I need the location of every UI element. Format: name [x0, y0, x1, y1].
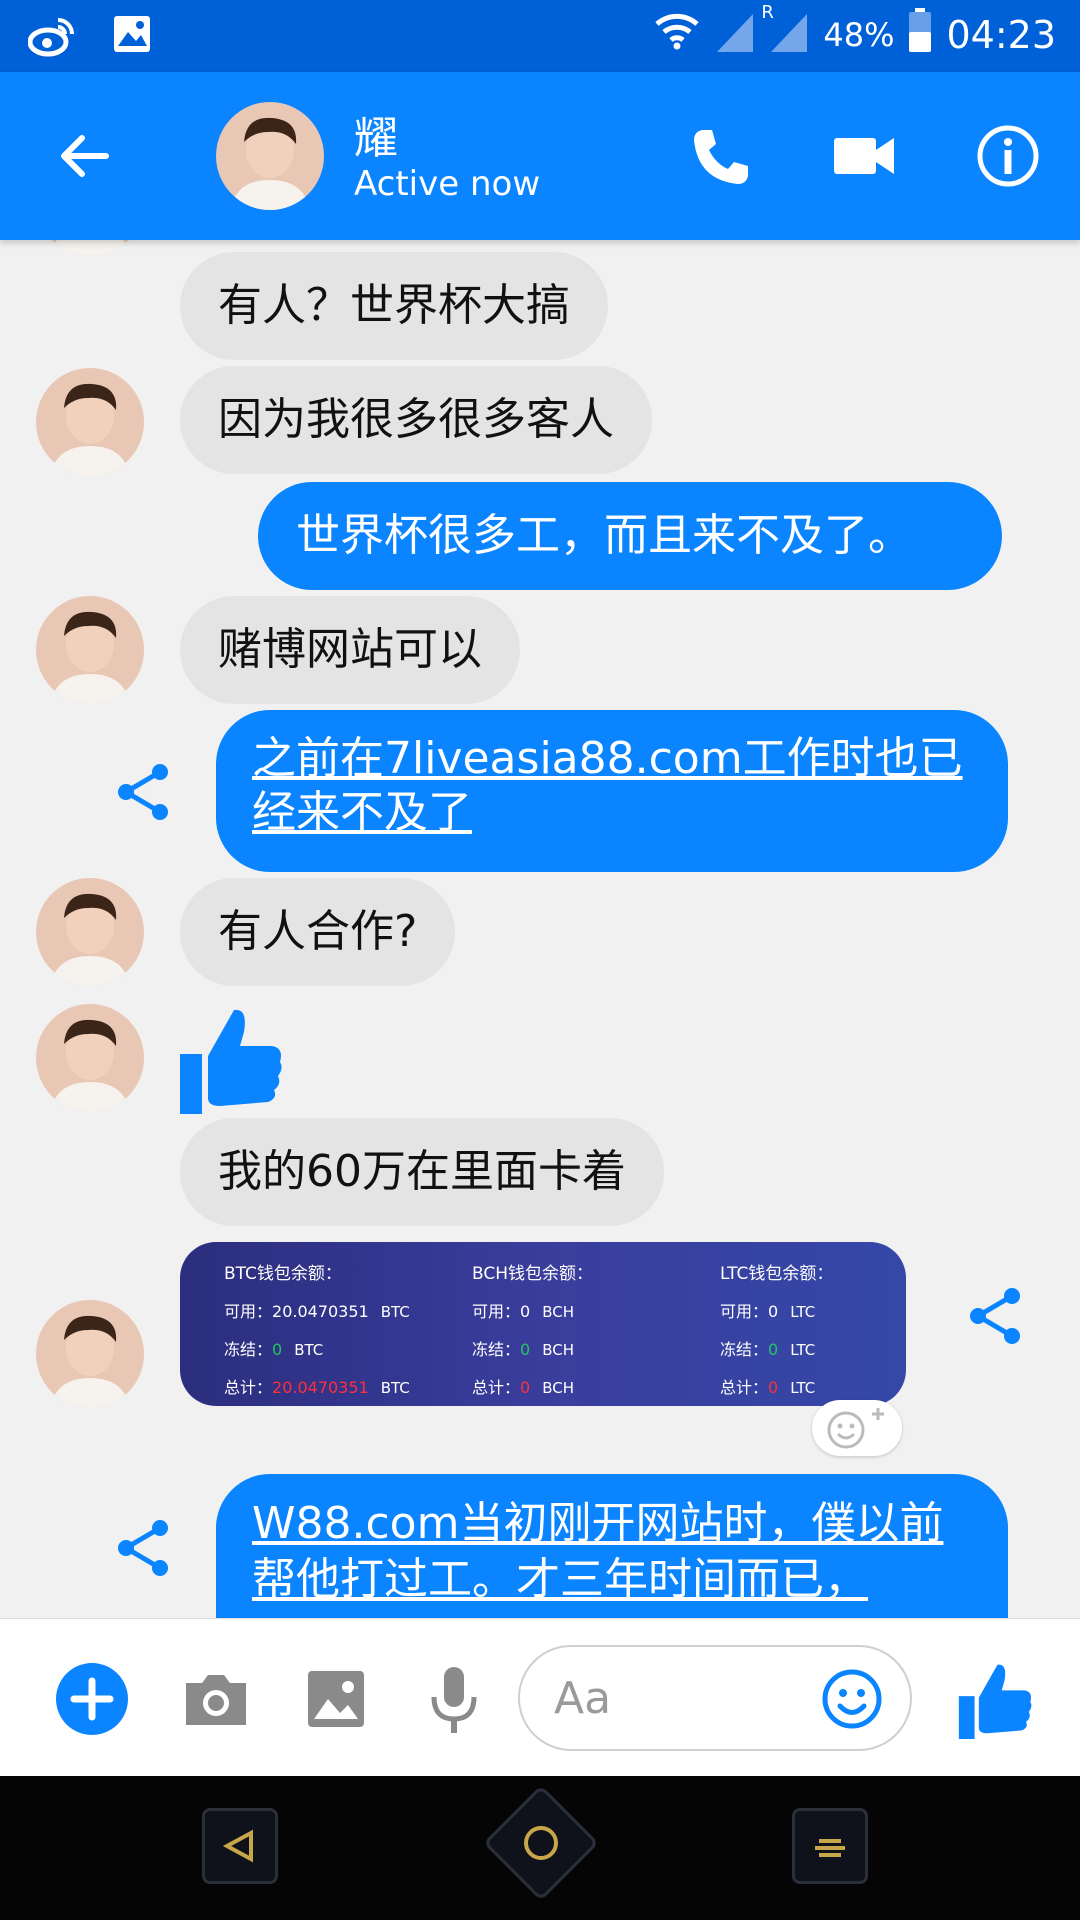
contact-name: 耀	[354, 113, 398, 164]
battery-icon	[908, 8, 932, 61]
avatar[interactable]	[36, 1300, 144, 1408]
nav-back-button[interactable]	[202, 1808, 278, 1884]
incoming-message[interactable]: 赌博网站可以	[180, 596, 520, 704]
send-like-button[interactable]	[956, 1659, 1036, 1739]
camera-button[interactable]	[176, 1659, 256, 1739]
wallet-screenshot-image[interactable]: BTC钱包余额： 可用：20.0470351 BTC 冻结：0 BTC 总计：20.…	[180, 1242, 906, 1406]
clock: 04:23	[946, 12, 1056, 57]
battery-percentage: 48%	[823, 15, 895, 54]
image-icon	[308, 1671, 364, 1727]
avatar	[36, 240, 144, 256]
message-composer: Aa	[0, 1618, 1080, 1776]
bch-balance-column: BCH钱包余额： 可用：0 BCH 冻结：0 BCH 总计：0 BCH	[472, 1264, 594, 1397]
outgoing-message-link[interactable]: W88.com当初刚开网站时，僕以前帮他打过工。才三年时间而已，	[216, 1474, 1008, 1618]
incoming-message[interactable]: 因为我很多很多客人	[180, 366, 652, 474]
nav-back-icon	[222, 1829, 253, 1863]
btc-balance-column: BTC钱包余额： 可用：20.0470351 BTC 冻结：0 BTC 总计：20.…	[224, 1264, 410, 1397]
wifi-icon	[653, 10, 701, 59]
contact-status: Active now	[354, 164, 541, 204]
weibo-icon	[27, 14, 76, 62]
more-actions-button[interactable]	[52, 1659, 132, 1739]
camera-icon	[186, 1675, 246, 1725]
info-icon	[977, 125, 1039, 187]
signal-icon: R	[761, 2, 809, 61]
share-icon	[118, 764, 168, 820]
avatar[interactable]	[36, 878, 144, 986]
info-button[interactable]	[972, 120, 1044, 192]
conversation-header: 耀 Active now	[0, 72, 1080, 240]
signal-icon	[715, 8, 755, 61]
phone-call-button[interactable]	[684, 120, 756, 192]
ltc-balance-column: LTC钱包余额： 可用：0 LTC 冻结：0 LTC 总计：0 LTC	[720, 1264, 834, 1397]
avatar[interactable]	[36, 1004, 144, 1112]
emoji-icon	[822, 1669, 882, 1729]
nav-home-icon	[521, 1823, 561, 1863]
share-icon	[970, 1288, 1020, 1344]
thumbs-up-icon	[958, 1664, 1032, 1739]
thumbs-up-message[interactable]	[180, 1002, 284, 1114]
phone-icon	[694, 130, 748, 184]
share-button[interactable]	[112, 1516, 176, 1580]
incoming-message[interactable]: 有人？世界杯大搞	[180, 252, 608, 360]
video-call-button[interactable]	[828, 120, 900, 192]
video-icon	[834, 138, 894, 174]
back-button[interactable]	[52, 124, 116, 188]
message-input-placeholder: Aa	[554, 1673, 612, 1724]
outgoing-message[interactable]: 世界杯很多工，而且来不及了。	[258, 482, 1002, 590]
plus-icon	[56, 1663, 128, 1735]
avatar[interactable]	[36, 596, 144, 704]
message-input[interactable]: Aa	[518, 1645, 912, 1751]
gallery-button[interactable]	[296, 1659, 376, 1739]
message-list[interactable]: 有人？世界杯大搞 因为我很多很多客人 世界杯很多工，而且来不及了。 赌博网站可以…	[0, 240, 1080, 1618]
share-button[interactable]	[112, 760, 176, 824]
gallery-icon	[112, 14, 152, 62]
contact-avatar[interactable]	[216, 102, 324, 210]
share-button[interactable]	[964, 1284, 1028, 1348]
incoming-message[interactable]: 有人合作?	[180, 878, 456, 986]
back-arrow-icon	[61, 135, 109, 177]
nav-recents-icon	[815, 1839, 845, 1857]
add-reaction-icon	[827, 1408, 884, 1449]
add-reaction-button[interactable]	[812, 1400, 902, 1456]
microphone-icon	[431, 1667, 477, 1733]
incoming-message[interactable]: 我的60万在里面卡着	[180, 1118, 664, 1226]
share-icon	[118, 1520, 168, 1576]
avatar[interactable]	[36, 368, 144, 476]
status-bar: R 48% 04:23	[0, 0, 1080, 72]
voice-message-button[interactable]	[414, 1659, 494, 1739]
emoji-button[interactable]	[812, 1659, 892, 1739]
system-navigation-bar	[0, 1776, 1080, 1920]
thumbs-up-icon	[180, 1009, 282, 1114]
outgoing-message-link[interactable]: 之前在7liveasia88.com工作时也已经来不及了	[216, 710, 1008, 872]
nav-recents-button[interactable]	[792, 1808, 868, 1884]
